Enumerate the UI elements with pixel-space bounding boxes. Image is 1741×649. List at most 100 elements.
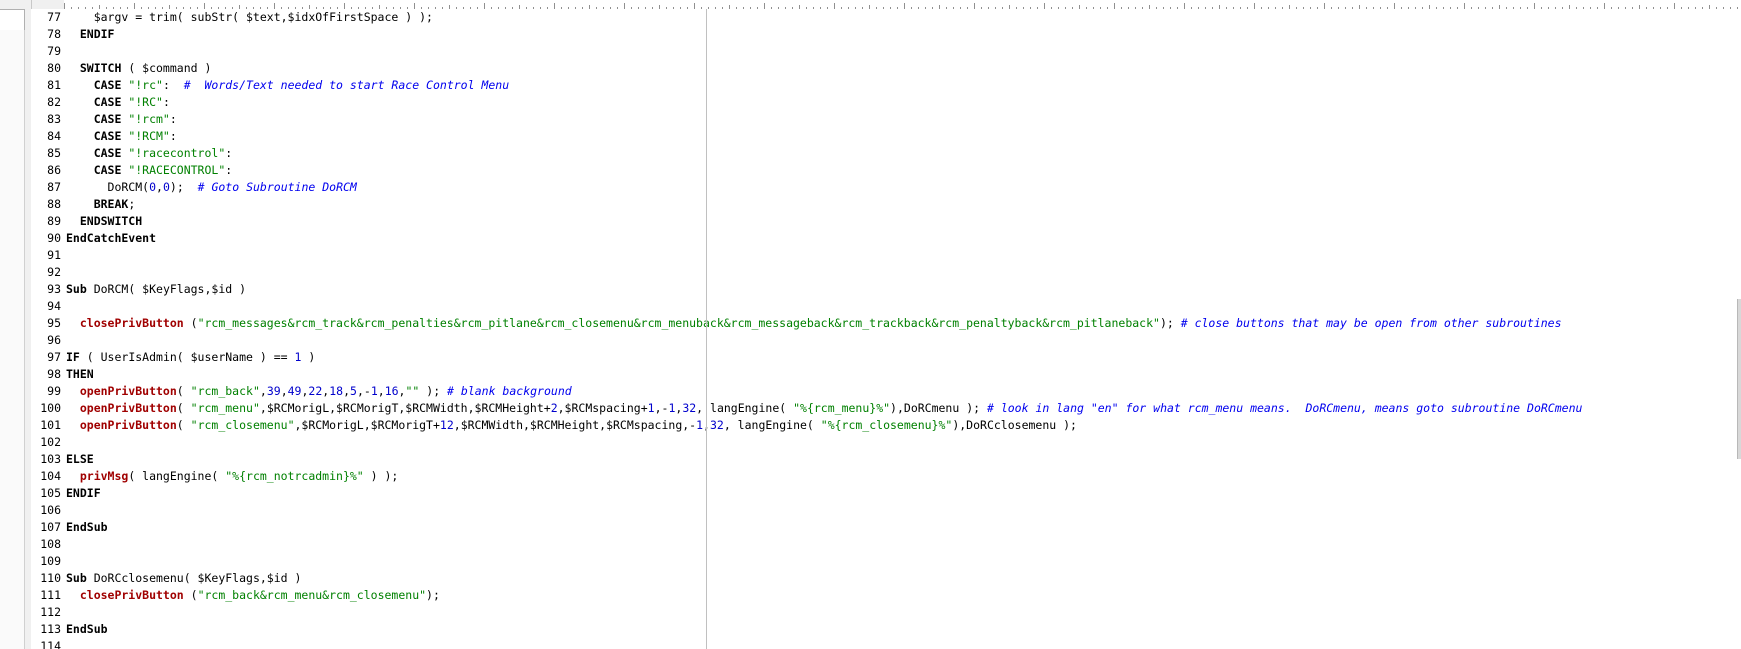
line-number: 98	[47, 367, 61, 381]
code-token: privMsg	[66, 469, 129, 483]
line-number: 80	[47, 61, 61, 75]
code-token: ,-	[356, 384, 371, 398]
code-token: THEN	[66, 367, 94, 381]
code-token: $argv = trim( subStr( $text,$idxOfFirstS…	[66, 10, 433, 24]
line-number: 110	[40, 571, 61, 585]
code-token: 49	[287, 384, 302, 398]
code-token: CASE	[66, 163, 129, 177]
code-token: 22	[308, 384, 323, 398]
code-line[interactable]: CASE "!rc": # Words/Text needed to start…	[66, 77, 509, 94]
code-line[interactable]: openPrivButton( "rcm_closemenu",$RCMorig…	[66, 417, 1077, 434]
code-token: :	[162, 78, 184, 92]
code-line[interactable]: CASE "!RCM":	[66, 128, 177, 145]
code-line[interactable]: ELSE	[66, 451, 94, 468]
code-token: CASE	[66, 95, 129, 109]
code-line[interactable]: EndSub	[66, 519, 108, 536]
code-line[interactable]: EndSub	[66, 621, 108, 638]
code-token: ,$RCMorigL,$RCMorigT,$RCMWidth,$RCMHeigh…	[259, 401, 551, 415]
code-token: ,	[156, 180, 163, 194]
code-token: 0	[162, 180, 170, 194]
code-line[interactable]: Sub DoRCclosemenu( $KeyFlags,$id )	[66, 570, 301, 587]
side-panel-tab[interactable]	[0, 9, 25, 31]
code-line[interactable]: CASE "!racecontrol":	[66, 145, 233, 162]
code-token: # Words/Text needed to start Race Contro…	[183, 78, 510, 92]
code-token: :	[169, 112, 177, 126]
code-token: openPrivButton	[66, 384, 177, 398]
code-line[interactable]: IF ( UserIsAdmin( $userName ) == 1 )	[66, 349, 315, 366]
code-token: BREAK	[66, 197, 129, 211]
code-token: ,$RCMspacing+	[557, 401, 648, 415]
code-token: :	[225, 146, 233, 160]
code-token: , langEngine(	[696, 401, 794, 415]
line-number: 104	[40, 469, 61, 483]
code-line[interactable]: Sub DoRCM( $KeyFlags,$id )	[66, 281, 246, 298]
code-token: ,	[343, 384, 351, 398]
code-token: openPrivButton	[66, 401, 177, 415]
line-number: 114	[40, 639, 61, 649]
code-line[interactable]: DoRCM(0,0); # Goto Subroutine DoRCM	[66, 179, 357, 196]
line-number: 95	[47, 316, 61, 330]
line-number: 108	[40, 537, 61, 551]
code-line[interactable]: THEN	[66, 366, 94, 383]
code-token: EndSub	[66, 622, 108, 636]
code-line[interactable]: ENDSWITCH	[66, 213, 142, 230]
code-line[interactable]: CASE "!rcm":	[66, 111, 177, 128]
side-panel-list[interactable]	[0, 30, 25, 649]
code-token: # look in lang "en" for what rcm_menu me…	[986, 401, 1583, 415]
code-token: );	[426, 588, 440, 602]
code-token: "%{rcm_menu}%"	[793, 401, 891, 415]
code-editor[interactable]: 77 78 79 80 81 82 83 84 85 86 87 88 89 90 91 92 93 94 95 96…	[31, 9, 1741, 649]
code-line[interactable]: openPrivButton( "rcm_back",39,49,22,18,5…	[66, 383, 572, 400]
line-number: 77	[47, 10, 61, 24]
code-line[interactable]: openPrivButton( "rcm_menu",$RCMorigL,$RC…	[66, 400, 1583, 417]
code-token: ,	[377, 384, 385, 398]
code-token: );	[169, 180, 198, 194]
code-line[interactable]: closePrivButton ("rcm_back&rcm_menu&rcm_…	[66, 587, 440, 604]
code-token: 1	[370, 384, 378, 398]
code-token: ( UserIsAdmin( $userName ) ==	[79, 350, 295, 364]
code-token: EndCatchEvent	[66, 231, 157, 245]
code-token: (	[183, 588, 198, 602]
code-token: CASE	[66, 78, 129, 92]
code-token: "!rcm"	[128, 112, 170, 126]
code-token: IF	[66, 350, 80, 364]
code-line[interactable]: ENDIF	[66, 26, 115, 43]
code-token: "!RACECONTROL"	[128, 163, 226, 177]
code-token: ( $command )	[121, 61, 212, 75]
code-token: "!RC"	[128, 95, 163, 109]
code-line[interactable]: $argv = trim( subStr( $text,$idxOfFirstS…	[66, 9, 433, 26]
code-token: ,	[280, 384, 288, 398]
right-margin-guide	[706, 9, 707, 649]
line-number: 100	[40, 401, 61, 415]
line-number: 96	[47, 333, 61, 347]
code-token: "%{rcm_closemenu}%"	[820, 418, 953, 432]
code-line[interactable]: EndCatchEvent	[66, 230, 156, 247]
code-line[interactable]: CASE "!RC":	[66, 94, 170, 111]
code-token: CASE	[66, 146, 129, 160]
code-line[interactable]: privMsg( langEngine( "%{rcm_notrcadmin}%…	[66, 468, 399, 485]
code-line[interactable]: SWITCH ( $command )	[66, 60, 212, 77]
line-number: 81	[47, 78, 61, 92]
line-number: 107	[40, 520, 61, 534]
code-line[interactable]: ENDIF	[66, 485, 101, 502]
code-token: # close buttons that may be open from ot…	[1180, 316, 1562, 330]
line-number: 79	[47, 44, 61, 58]
code-token: 2	[550, 401, 558, 415]
line-number: 99	[47, 384, 61, 398]
line-number: 94	[47, 299, 61, 313]
line-number: 89	[47, 214, 61, 228]
code-token: DoRCM( $KeyFlags,$id )	[86, 282, 247, 296]
code-token: 1	[696, 418, 704, 432]
code-line[interactable]: BREAK;	[66, 196, 136, 213]
code-area[interactable]: $argv = trim( subStr( $text,$idxOfFirstS…	[66, 9, 1741, 649]
line-number: 113	[40, 622, 61, 636]
code-token: 16	[384, 384, 399, 398]
code-token: :	[225, 163, 233, 177]
code-line[interactable]: closePrivButton ("rcm_messages&rcm_track…	[66, 315, 1562, 332]
code-token: DoRCclosemenu( $KeyFlags,$id )	[86, 571, 302, 585]
line-number: 84	[47, 129, 61, 143]
line-number: 78	[47, 27, 61, 41]
vertical-scrollbar[interactable]	[1737, 299, 1741, 459]
code-token: SWITCH	[66, 61, 122, 75]
code-line[interactable]: CASE "!RACECONTROL":	[66, 162, 233, 179]
